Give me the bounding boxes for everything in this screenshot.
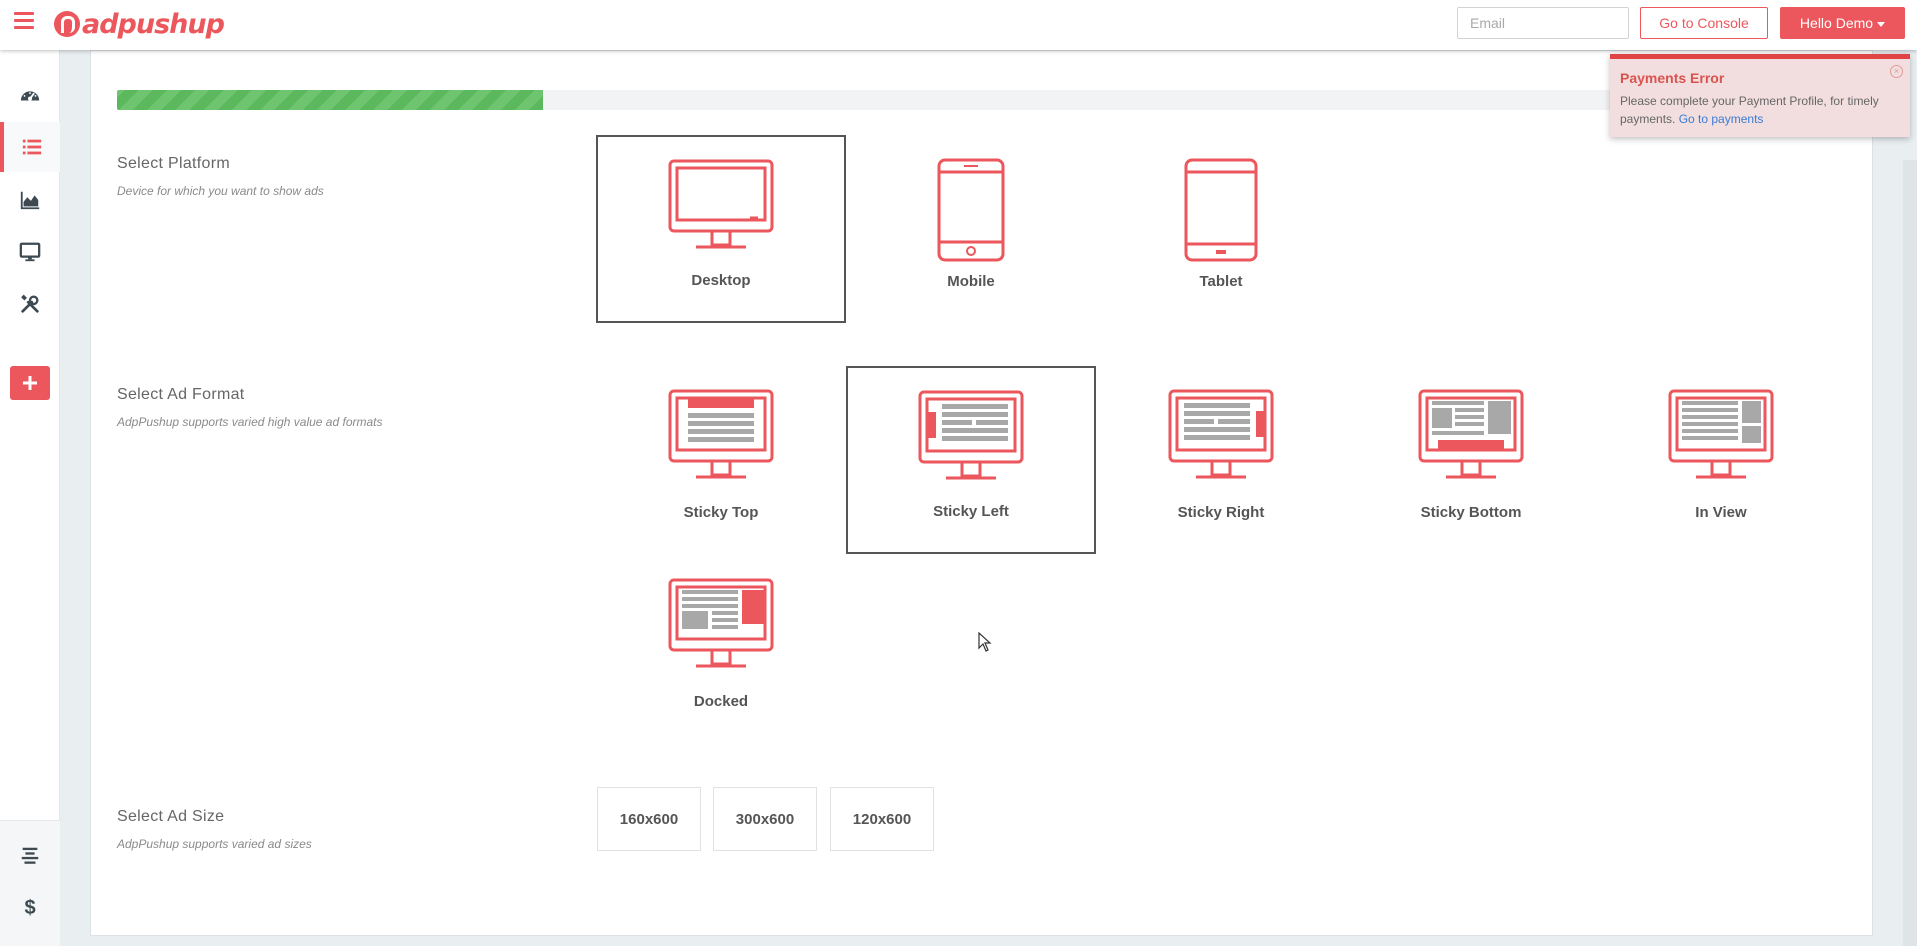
format-option-sticky-right[interactable]: Sticky Right (1096, 366, 1346, 554)
platform-option-mobile[interactable]: Mobile (846, 135, 1096, 323)
user-menu-button[interactable]: Hello Demo (1780, 7, 1905, 39)
setup-progress-bar (117, 90, 1757, 110)
ad-format-title: Select Ad Format (117, 386, 245, 403)
email-input[interactable] (1457, 7, 1629, 39)
go-to-payments-link[interactable]: Go to payments (1679, 112, 1764, 126)
close-icon[interactable]: × (1890, 65, 1903, 78)
sticky-right-icon (1168, 389, 1274, 479)
format-label: Docked (693, 693, 749, 710)
ad-size-title: Select Ad Size (117, 808, 225, 825)
format-option-sticky-left[interactable]: Sticky Left (846, 366, 1096, 554)
mobile-icon (937, 158, 1005, 262)
sidebar-item-align[interactable] (0, 831, 60, 881)
format-option-sticky-bottom[interactable]: Sticky Bottom (1346, 366, 1596, 554)
sticky-left-icon (918, 390, 1024, 480)
format-label: Sticky Left (933, 503, 1009, 520)
docked-icon (668, 578, 774, 668)
sidebar-item-payments[interactable]: $ (0, 883, 60, 933)
toast-message: Please complete your Payment Profile, fo… (1620, 94, 1879, 126)
scrollbar[interactable] (1903, 160, 1917, 946)
caret-down-icon (1877, 21, 1886, 27)
format-label: Sticky Top (683, 504, 759, 521)
dollar-icon: $ (24, 896, 36, 919)
desktop-icon (668, 159, 774, 249)
size-option-300x600[interactable]: 300x600 (713, 787, 817, 851)
hamburger-menu-icon[interactable] (14, 12, 34, 29)
logo-mark-icon (54, 11, 80, 37)
logo[interactable]: adpushup (54, 6, 225, 42)
add-site-button[interactable] (10, 366, 50, 400)
logo-text: adpushup (82, 8, 225, 40)
sidebar-item-list[interactable] (0, 122, 60, 172)
sidebar-item-reports[interactable] (0, 175, 60, 225)
platform-subtitle: Device for which you want to show ads (117, 184, 324, 198)
format-label: Sticky Right (1177, 504, 1265, 521)
ad-format-subtitle: AdpPushup supports varied high value ad … (117, 415, 383, 429)
format-option-in-view[interactable]: In View (1596, 366, 1846, 554)
platform-label: Mobile (947, 273, 995, 290)
plus-icon (23, 376, 37, 390)
platform-option-tablet[interactable]: Tablet (1096, 135, 1346, 323)
size-option-120x600[interactable]: 120x600 (830, 787, 934, 851)
format-option-docked[interactable]: Docked (596, 555, 846, 743)
dashboard-icon (20, 91, 40, 101)
payments-error-toast: × Payments Error Please complete your Pa… (1610, 54, 1910, 137)
toast-title: Payments Error (1620, 70, 1725, 86)
sticky-bottom-icon (1418, 389, 1524, 479)
tablet-icon (1184, 158, 1258, 262)
area-chart-icon (20, 191, 40, 210)
in-view-icon (1668, 389, 1774, 479)
platform-label: Tablet (1199, 273, 1243, 290)
format-label: In View (1695, 504, 1747, 521)
format-label: Sticky Bottom (1420, 504, 1522, 521)
size-option-160x600[interactable]: 160x600 (597, 787, 701, 851)
ad-size-subtitle: AdpPushup supports varied ad sizes (117, 837, 312, 851)
top-bar: adpushup Go to Console Hello Demo (0, 0, 1917, 50)
sidebar: $ (0, 50, 60, 946)
platform-option-desktop[interactable]: Desktop (596, 135, 846, 323)
platform-label: Desktop (691, 272, 751, 289)
sticky-top-icon (668, 389, 774, 479)
list-icon (22, 139, 42, 155)
sidebar-item-sites[interactable] (0, 227, 60, 277)
platform-title: Select Platform (117, 155, 230, 172)
main-panel: Select Platform Device for which you wan… (90, 50, 1873, 936)
go-to-console-button[interactable]: Go to Console (1640, 7, 1768, 39)
sidebar-item-dashboard[interactable] (0, 70, 60, 120)
sidebar-item-tools[interactable] (0, 279, 60, 329)
tools-icon (21, 294, 39, 313)
progress-fill (117, 90, 544, 110)
sidebar-bottom: $ (0, 820, 60, 946)
align-center-icon (21, 847, 39, 864)
format-option-sticky-top[interactable]: Sticky Top (596, 366, 846, 554)
monitor-icon (19, 242, 41, 262)
